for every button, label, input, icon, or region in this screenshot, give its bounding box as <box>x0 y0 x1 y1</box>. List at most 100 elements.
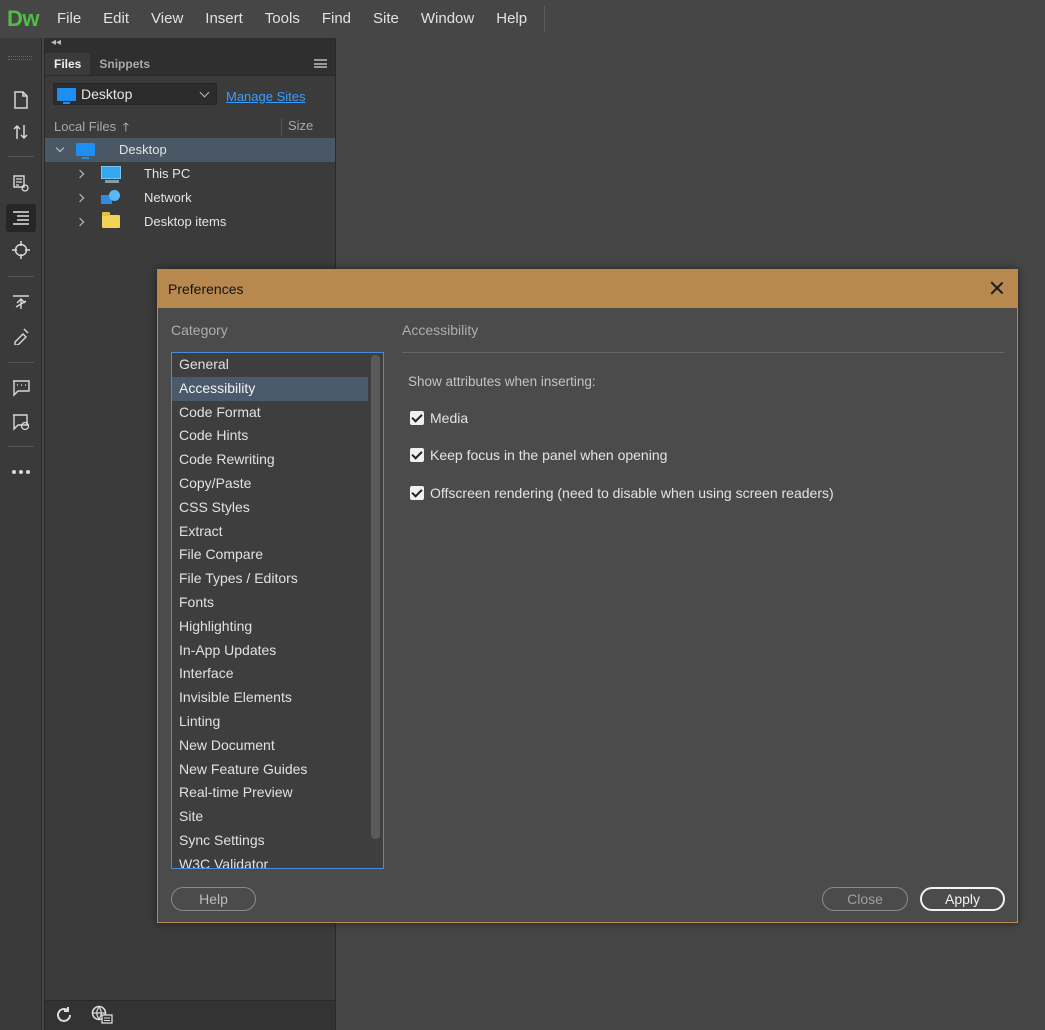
content-divider <box>402 352 1004 353</box>
category-item-file-compare[interactable]: File Compare <box>172 543 368 567</box>
close-button[interactable]: Close <box>822 887 908 911</box>
comment-remove-icon[interactable] <box>6 408 36 436</box>
local-files-label: Local Files <box>54 119 117 134</box>
menu-tools[interactable]: Tools <box>254 0 311 38</box>
panel-footer <box>45 1000 335 1030</box>
category-item-css-styles[interactable]: CSS Styles <box>172 496 368 520</box>
monitor-icon <box>57 87 76 104</box>
category-heading: Category <box>171 322 228 338</box>
category-item-accessibility[interactable]: Accessibility <box>172 376 368 401</box>
get-put-icon[interactable] <box>6 118 36 146</box>
monitor-icon <box>76 143 95 159</box>
site-row: Desktop Manage Sites <box>45 76 335 116</box>
category-item-fonts[interactable]: Fonts <box>172 591 368 615</box>
tree-label: This PC <box>144 166 191 181</box>
category-item-code-format[interactable]: Code Format <box>172 401 368 425</box>
category-item-site[interactable]: Site <box>172 805 368 829</box>
tree-row-network[interactable]: Network <box>45 186 335 210</box>
category-item-highlighting[interactable]: Highlighting <box>172 615 368 639</box>
toolbar-grip[interactable] <box>8 56 32 60</box>
menu-insert[interactable]: Insert <box>194 0 254 38</box>
category-item-copy-paste[interactable]: Copy/Paste <box>172 472 368 496</box>
tree-row-this-pc[interactable]: This PC <box>45 162 335 186</box>
tool-strip <box>0 38 42 1030</box>
category-item-linting[interactable]: Linting <box>172 710 368 734</box>
refresh-icon[interactable] <box>55 1006 73 1029</box>
menu-find[interactable]: Find <box>311 0 362 38</box>
category-item-new-document[interactable]: New Document <box>172 734 368 758</box>
tool-divider <box>8 362 34 363</box>
menu-separator <box>544 6 546 32</box>
category-item-in-app-updates[interactable]: In-App Updates <box>172 639 368 663</box>
option-media[interactable]: Media <box>410 410 468 426</box>
site-selector[interactable]: Desktop <box>53 83 217 105</box>
help-button[interactable]: Help <box>171 887 256 911</box>
tree-row-desktop[interactable]: Desktop <box>45 138 335 162</box>
category-item-code-hints[interactable]: Code Hints <box>172 424 368 448</box>
more-icon[interactable] <box>6 458 36 486</box>
tree-label: Desktop <box>119 142 167 157</box>
close-icon[interactable] <box>988 279 1006 297</box>
files-header: Local Files 🡑 Size <box>45 116 335 138</box>
panel-collapse-bar[interactable]: ◂◂ <box>45 37 335 52</box>
category-item-w3c-validator[interactable]: W3C Validator <box>172 853 368 868</box>
size-column[interactable]: Size <box>288 118 313 133</box>
category-item-file-types-editors[interactable]: File Types / Editors <box>172 567 368 591</box>
keep-focus-label: Keep focus in the panel when opening <box>430 447 668 463</box>
option-offscreen-rendering[interactable]: Offscreen rendering (need to disable whe… <box>410 485 834 501</box>
comment-icon[interactable] <box>6 374 36 402</box>
computer-icon <box>101 166 121 183</box>
network-icon <box>101 189 121 207</box>
chevron-down-icon <box>199 87 210 98</box>
page-inspect-icon[interactable] <box>6 170 36 198</box>
option-keep-focus[interactable]: Keep focus in the panel when opening <box>410 447 667 463</box>
category-item-new-feature-guides[interactable]: New Feature Guides <box>172 758 368 782</box>
manage-sites-link[interactable]: Manage Sites <box>226 89 306 104</box>
column-divider[interactable] <box>281 118 282 136</box>
behaviors-icon[interactable] <box>6 322 36 350</box>
local-files-column[interactable]: Local Files 🡑 <box>54 118 129 139</box>
tab-files[interactable]: Files <box>45 53 91 75</box>
tool-divider <box>8 276 34 277</box>
new-document-icon[interactable] <box>6 86 36 114</box>
content-heading: Accessibility <box>402 322 479 338</box>
category-item-extract[interactable]: Extract <box>172 520 368 544</box>
target-icon[interactable] <box>6 236 36 264</box>
offscreen-rendering-checkbox[interactable] <box>410 486 424 500</box>
category-item-invisible-elements[interactable]: Invisible Elements <box>172 686 368 710</box>
dom-panel-icon[interactable] <box>6 204 36 232</box>
content-subtitle: Show attributes when inserting: <box>408 374 596 389</box>
menu-site[interactable]: Site <box>362 0 410 38</box>
media-checkbox[interactable] <box>410 411 424 425</box>
menu-view[interactable]: View <box>140 0 194 38</box>
site-log-icon[interactable] <box>91 1005 113 1030</box>
menu-file[interactable]: File <box>46 0 92 38</box>
menu-edit[interactable]: Edit <box>92 0 140 38</box>
category-list[interactable]: General Accessibility Code Format Code H… <box>171 352 384 869</box>
double-chevron-left-icon[interactable]: ◂◂ <box>51 37 61 48</box>
category-item-general[interactable]: General <box>172 353 368 377</box>
tree-row-desktop-items[interactable]: Desktop items <box>45 210 335 234</box>
dialog-titlebar[interactable]: Preferences <box>158 270 1017 308</box>
panel-menu-icon[interactable] <box>314 59 327 68</box>
tree-label: Network <box>144 190 192 205</box>
category-item-code-rewriting[interactable]: Code Rewriting <box>172 448 368 472</box>
tab-snippets[interactable]: Snippets <box>90 53 159 75</box>
category-item-real-time-preview[interactable]: Real-time Preview <box>172 781 368 805</box>
category-item-sync-settings[interactable]: Sync Settings <box>172 829 368 853</box>
collapse-arrow-icon[interactable] <box>75 169 85 179</box>
category-scrollbar[interactable] <box>371 355 380 839</box>
panel-tabs: Files Snippets <box>45 52 335 76</box>
media-label: Media <box>430 410 469 426</box>
menu-window[interactable]: Window <box>410 0 485 38</box>
keep-focus-checkbox[interactable] <box>410 448 424 462</box>
insert-icon[interactable] <box>6 288 36 316</box>
menu-help[interactable]: Help <box>485 0 538 38</box>
offscreen-rendering-label: Offscreen rendering (need to disable whe… <box>430 485 834 501</box>
site-selector-value: Desktop <box>81 86 133 102</box>
category-item-interface[interactable]: Interface <box>172 662 368 686</box>
collapse-arrow-icon[interactable] <box>75 217 85 227</box>
collapse-arrow-icon[interactable] <box>75 193 85 203</box>
expand-arrow-icon[interactable] <box>55 143 65 153</box>
apply-button[interactable]: Apply <box>920 887 1005 911</box>
